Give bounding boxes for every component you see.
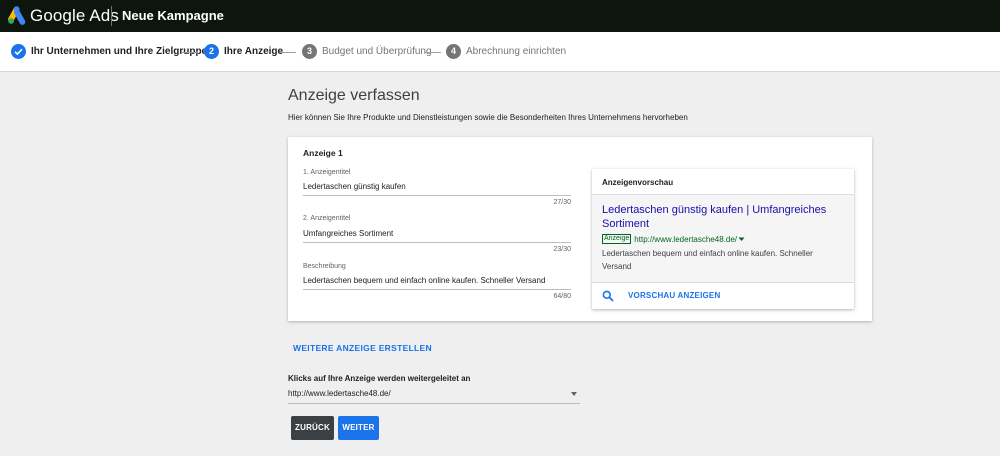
create-another-ad-link[interactable]: WEITERE ANZEIGE ERSTELLEN — [293, 343, 432, 353]
step-4-number[interactable]: 4 — [446, 44, 461, 59]
header-divider — [111, 6, 112, 26]
ad-preview-description: Ledertaschen bequem und einfach online k… — [602, 249, 813, 271]
ad-preview-heading: Anzeigenvorschau — [602, 178, 674, 187]
step-1-label[interactable]: Ihr Unternehmen und Ihre Zielgruppe — [31, 46, 207, 57]
campaign-title: Neue Kampagne — [122, 8, 224, 23]
ad-preview-headline[interactable]: Ledertaschen günstig kaufen | Umfangreic… — [602, 203, 847, 231]
final-url-select[interactable]: http://www.ledertasche48.de/ — [288, 387, 580, 404]
step-4-label[interactable]: Abrechnung einrichten — [466, 46, 566, 57]
headline-1-counter: 27/30 — [553, 199, 571, 206]
page-subtitle: Hier können Sie Ihre Produkte und Dienst… — [288, 113, 688, 122]
headline-2-counter: 23/30 — [553, 246, 571, 253]
back-button[interactable]: ZURÜCK — [291, 416, 334, 440]
ad-preview-url-row: Anzeige http://www.ledertasche48.de/ — [602, 234, 745, 244]
ad-preview-url: http://www.ledertasche48.de/ — [634, 234, 738, 244]
headline-1-underline — [303, 195, 571, 196]
step-connector — [280, 52, 296, 53]
show-preview-label[interactable]: VORSCHAU ANZEIGEN — [628, 291, 720, 300]
headline-2-input[interactable]: Umfangreiches Sortiment — [303, 229, 393, 238]
step-3-label[interactable]: Budget und Überprüfung — [322, 46, 432, 57]
headline-1-label: 1. Anzeigentitel — [303, 169, 351, 176]
description-label: Beschreibung — [303, 263, 346, 270]
step-connector — [182, 52, 198, 53]
headline-2-label: 2. Anzeigentitel — [303, 215, 351, 222]
step-3-number[interactable]: 3 — [302, 44, 317, 59]
page-title: Anzeige verfassen — [288, 87, 420, 104]
description-input[interactable]: Ledertaschen bequem und einfach online k… — [303, 276, 545, 285]
google-ads-logo-icon[interactable] — [7, 5, 27, 25]
ad-preview-header: Anzeigenvorschau — [592, 169, 854, 195]
top-bar: Google Ads Neue Kampagne — [0, 0, 1000, 32]
step-1-check-icon[interactable] — [11, 44, 26, 59]
ad-preview-body: Ledertaschen günstig kaufen | Umfangreic… — [592, 195, 854, 283]
redirect-label: Klicks auf Ihre Anzeige werden weitergel… — [288, 374, 471, 383]
campaign-stepper: Ihr Unternehmen und Ihre Zielgruppe 2 Ih… — [0, 32, 1000, 72]
brand-name: Google Ads — [30, 6, 119, 25]
next-button[interactable]: WEITER — [338, 416, 379, 440]
ad-card: Anzeige 1 1. Anzeigentitel Ledertaschen … — [288, 137, 872, 321]
final-url-value: http://www.ledertasche48.de/ — [288, 389, 391, 398]
headline-2-underline — [303, 242, 571, 243]
step-2-label[interactable]: Ihre Anzeige — [224, 46, 283, 57]
headline-1-input[interactable]: Ledertaschen günstig kaufen — [303, 182, 406, 191]
description-underline — [303, 289, 571, 290]
ad-preview-panel: Anzeigenvorschau Ledertaschen günstig ka… — [592, 169, 854, 309]
step-connector — [425, 52, 441, 53]
ad-card-title: Anzeige 1 — [303, 148, 343, 158]
ad-badge: Anzeige — [602, 234, 632, 244]
search-icon — [602, 290, 614, 302]
description-counter: 64/80 — [553, 293, 571, 300]
url-dropdown-icon[interactable] — [738, 236, 745, 242]
chevron-down-icon[interactable] — [571, 392, 577, 396]
step-2-number[interactable]: 2 — [204, 44, 219, 59]
